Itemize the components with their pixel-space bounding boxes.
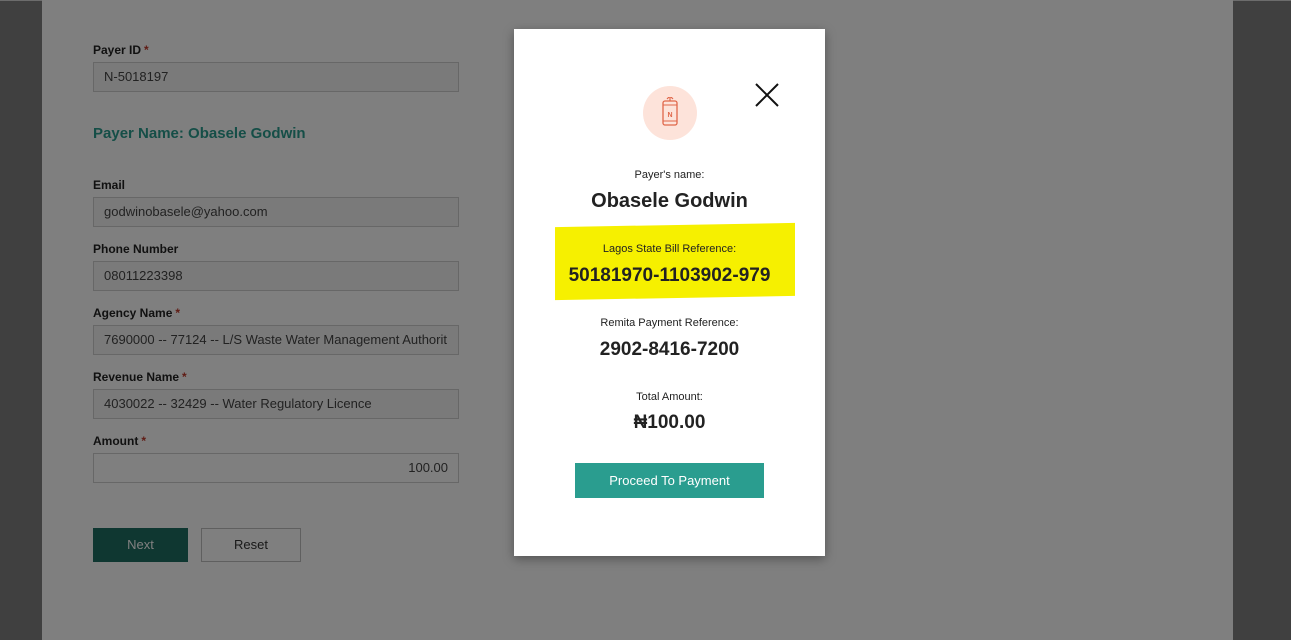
payer-name-label: Payer's name:: [634, 169, 705, 181]
remita-reference-value: 2902-8416-7200: [599, 339, 740, 360]
bill-reference-label: Lagos State Bill Reference:: [602, 243, 737, 255]
payment-summary-modal: N Payer's name: Obasele Godwin Lagos Sta…: [514, 29, 825, 556]
close-icon[interactable]: [754, 82, 780, 108]
svg-text:N: N: [667, 112, 672, 119]
remita-reference-label: Remita Payment Reference:: [600, 317, 739, 329]
mobile-naira-icon: N: [643, 86, 697, 140]
total-amount-label: Total Amount:: [636, 391, 703, 403]
bill-reference-value: 50181970-1103902-979: [568, 265, 771, 286]
proceed-to-payment-button[interactable]: Proceed To Payment: [575, 463, 764, 498]
total-amount-value: ₦100.00: [633, 412, 706, 433]
bill-reference-highlight: [555, 222, 795, 301]
payer-name-value: Obasele Godwin: [591, 190, 748, 212]
